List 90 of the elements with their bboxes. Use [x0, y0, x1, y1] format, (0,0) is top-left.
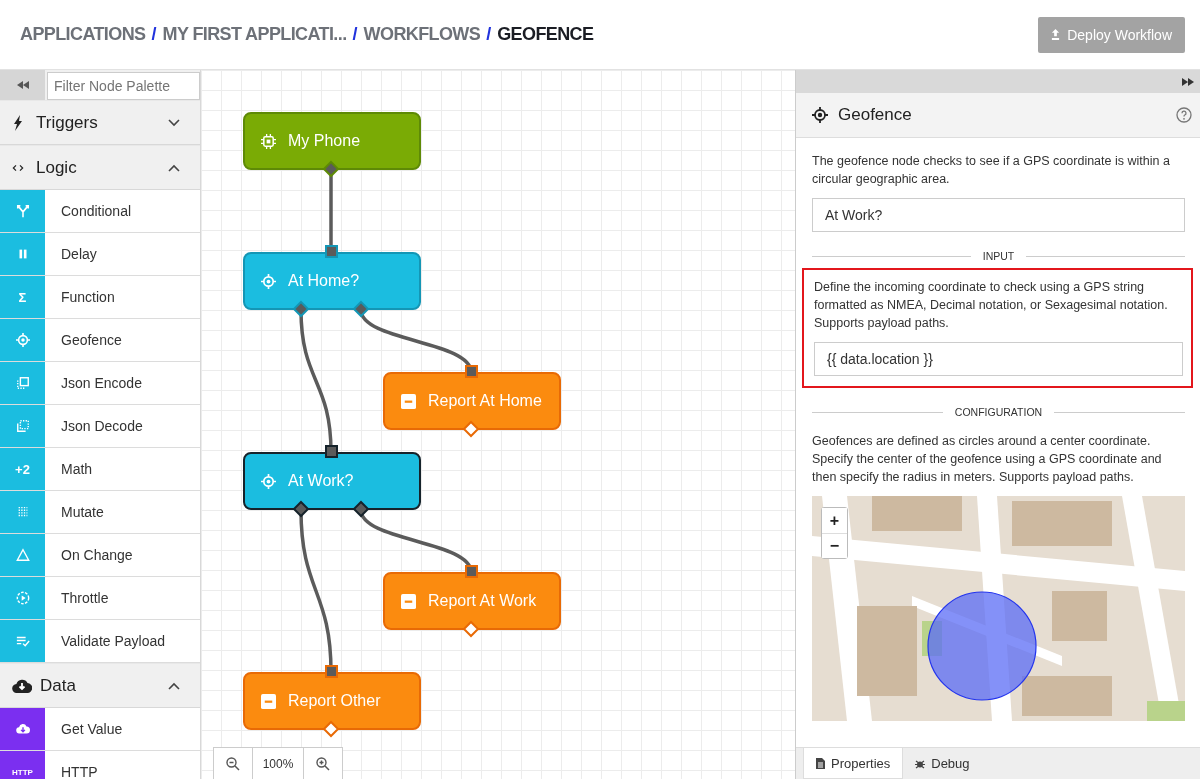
category-header[interactable]: Data: [0, 663, 200, 708]
breadcrumb-link[interactable]: MY FIRST APPLICATI...: [162, 24, 347, 45]
output-port[interactable]: [292, 300, 310, 318]
section-description: Define the incoming coordinate to check using a GPS string formatted as NMEA, Decimal notation, or Sexagesimal notation. Supports payload paths.: [814, 279, 1169, 332]
breadcrumb-separator: /: [151, 24, 157, 45]
target-icon: [15, 333, 30, 347]
triangle-icon: [15, 548, 30, 562]
category-header[interactable]: Triggers: [0, 100, 200, 145]
node-type-glyph: +2: [15, 461, 30, 477]
node-type-glyph: HTTP: [12, 767, 33, 777]
palette-item-label: Json Decode: [60, 417, 143, 436]
breadcrumb-link[interactable]: APPLICATIONS: [20, 24, 146, 45]
palette-item[interactable]: Validate Payload: [0, 620, 200, 663]
help-icon[interactable]: [1176, 107, 1192, 123]
minus-square-icon: [401, 393, 416, 409]
palette-item[interactable]: Throttle: [0, 577, 200, 620]
breadcrumb-separator: /: [486, 24, 492, 45]
coordinate-field[interactable]: {{ data.location }}: [814, 342, 1183, 376]
target-icon: [261, 473, 276, 489]
category-header[interactable]: Logic: [0, 145, 200, 190]
cloud-download-icon: [15, 722, 30, 736]
zoom-in-icon: [316, 756, 330, 771]
palette-item[interactable]: Get Value: [0, 708, 200, 751]
chip-icon: [261, 133, 276, 149]
panel-tab[interactable]: Debug: [903, 748, 982, 779]
play-circle-icon: [15, 591, 30, 605]
palette-item-label: On Change: [60, 546, 133, 565]
palette-item[interactable]: Delay: [0, 233, 200, 276]
output-port[interactable]: [292, 500, 310, 518]
input-port[interactable]: [325, 665, 338, 678]
palette-item[interactable]: Json Decode: [0, 405, 200, 448]
input-port[interactable]: [325, 245, 338, 258]
double-arrow-right-icon[interactable]: [1182, 77, 1194, 86]
category-label: Triggers: [36, 112, 99, 133]
panel-tab[interactable]: Properties: [803, 748, 904, 779]
palette-item-label: Throttle: [60, 589, 109, 608]
node-type-glyph: Σ: [18, 289, 27, 305]
current-page-title: GEOFENCE: [497, 24, 594, 45]
palette-item-label: Math: [60, 460, 93, 479]
section-description: Geofences are defined as circles around a center coordinate. Specify the center of the geofence using a GPS coordinate and then specify the radius in meters. Supports payload paths.: [812, 433, 1163, 486]
double-arrow-left-icon: [16, 81, 29, 89]
document-icon: [816, 757, 825, 769]
palette-item[interactable]: Geofence: [0, 319, 200, 362]
palette-item-label: Conditional: [60, 202, 132, 221]
palette-item-label: Mutate: [60, 503, 104, 522]
section-heading: INPUT: [981, 250, 1016, 262]
node-description: The geofence node checks to see if a GPS coordinate is within a circular geographic area.: [812, 153, 1171, 188]
zoom-out-icon: [226, 756, 240, 771]
palette-item-label: Delay: [60, 245, 97, 264]
minus-square-icon: [261, 693, 276, 709]
cloud-download-icon: [12, 678, 32, 693]
palette-item-label: Function: [60, 288, 115, 307]
name-field[interactable]: At Work?: [812, 198, 1185, 232]
category-label: Logic: [36, 157, 78, 178]
bug-icon: [915, 758, 926, 769]
dotted-square-icon: [15, 419, 30, 433]
breadcrumb-separator: /: [352, 24, 358, 45]
target-icon: [812, 107, 828, 123]
target-icon: [261, 273, 276, 289]
palette-item[interactable]: Σ Function: [0, 276, 200, 319]
bolt-icon: [12, 114, 24, 131]
map-zoom-out-button[interactable]: −: [822, 533, 847, 558]
palette-item-label: Validate Payload: [60, 632, 166, 651]
output-port[interactable]: [322, 160, 340, 178]
output-port[interactable]: [352, 500, 370, 518]
palette-item[interactable]: Json Encode: [0, 362, 200, 405]
filter-field[interactable]: Filter Node Palette: [47, 72, 200, 100]
palette-item[interactable]: On Change: [0, 534, 200, 577]
palette-item-label: Geofence: [60, 331, 122, 350]
minus-square-icon: [401, 593, 416, 609]
palette-item-label: Json Encode: [60, 374, 142, 393]
palette-item-label: HTTP: [60, 763, 98, 779]
breadcrumb-link[interactable]: WORKFLOWS: [363, 24, 481, 45]
palette-item-label: Get Value: [60, 720, 123, 739]
collapse-button[interactable]: [0, 70, 45, 100]
output-port[interactable]: [352, 300, 370, 318]
palette-item[interactable]: Mutate: [0, 491, 200, 534]
palette-item[interactable]: HTTP HTTP: [0, 751, 200, 779]
fork-icon: [15, 204, 30, 218]
input-port[interactable]: [465, 565, 478, 578]
section-heading: CONFIGURATION: [953, 406, 1044, 418]
palette-item[interactable]: +2 Math: [0, 448, 200, 491]
category-label: Data: [40, 675, 77, 696]
input-port[interactable]: [325, 445, 338, 458]
dotted-square-icon: [15, 376, 30, 390]
upload-icon: [1051, 29, 1061, 40]
panel-title: Geofence: [838, 105, 913, 125]
list-check-icon: [15, 634, 30, 648]
palette-item[interactable]: Conditional: [0, 190, 200, 233]
input-port[interactable]: [465, 365, 478, 378]
